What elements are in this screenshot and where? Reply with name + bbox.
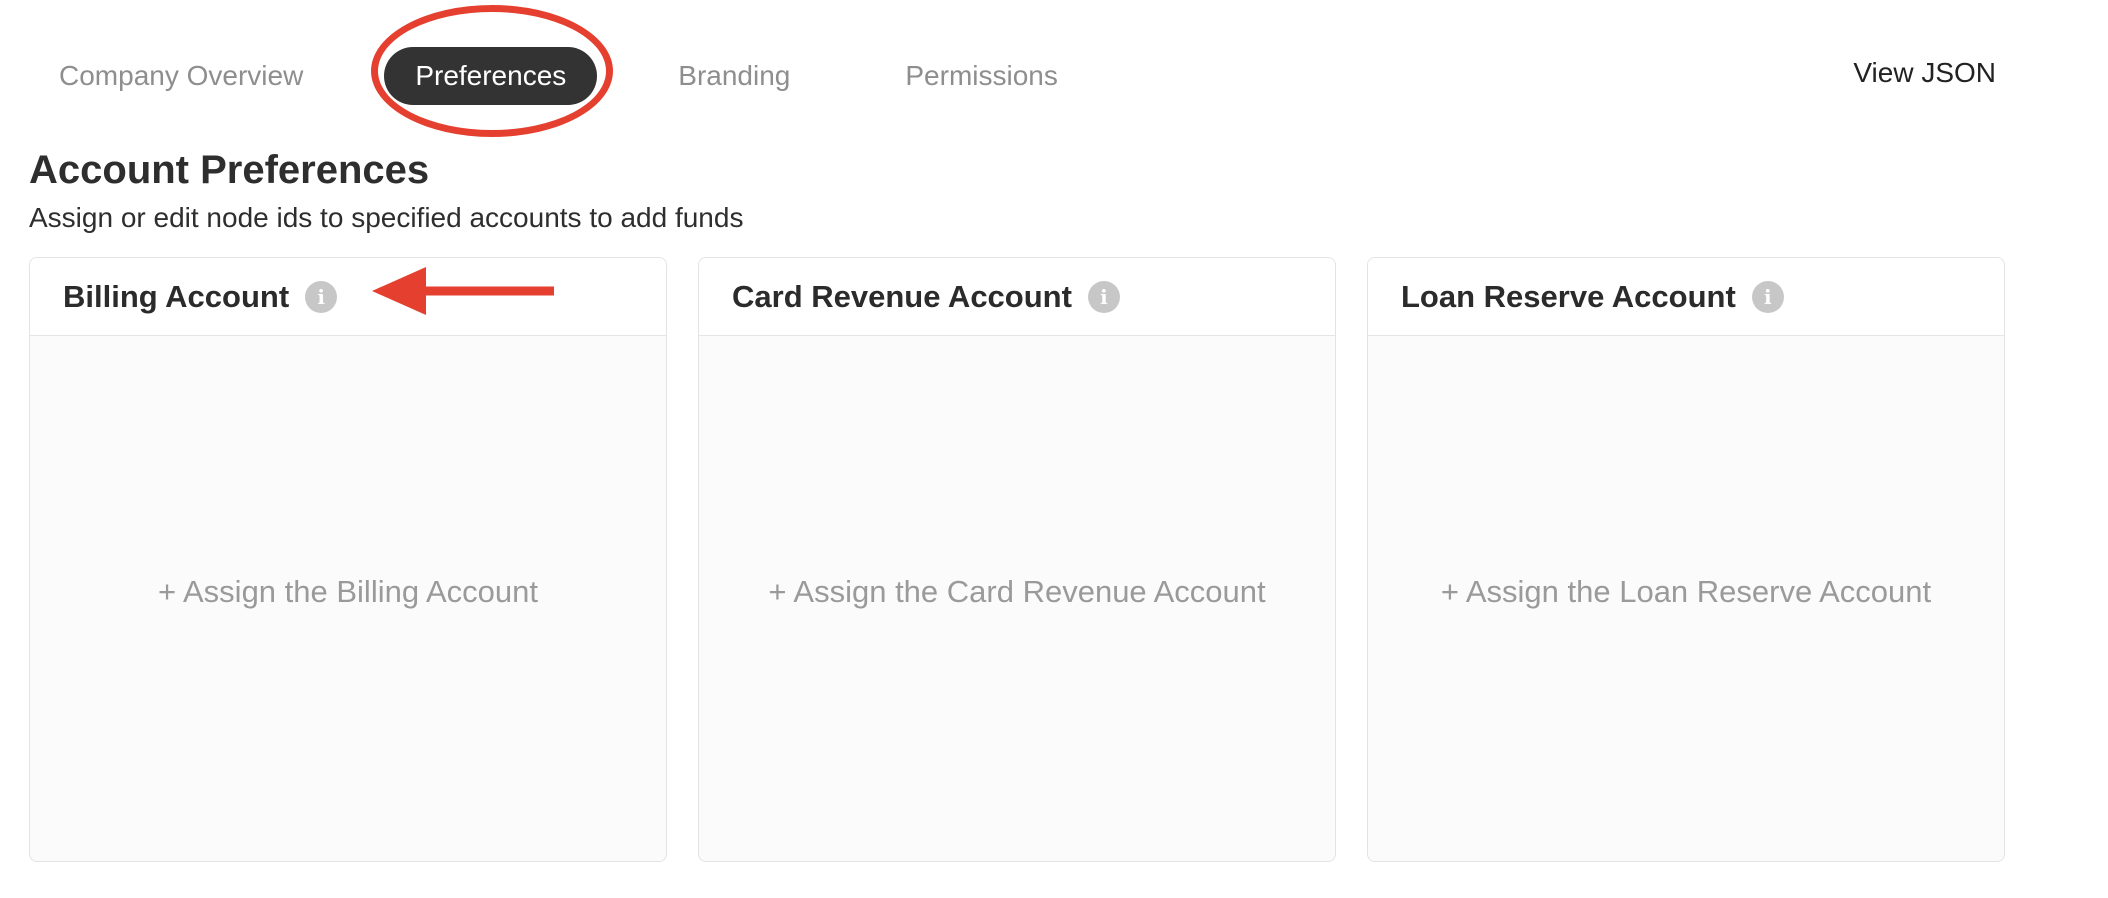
assign-card-revenue-account-button[interactable]: + Assign the Card Revenue Account xyxy=(768,574,1265,610)
card-title: Card Revenue Account xyxy=(732,278,1072,314)
card-title: Billing Account xyxy=(63,278,290,314)
billing-account-card: Billing Account i + Assign the Billing A… xyxy=(29,257,667,862)
view-json-link[interactable]: View JSON xyxy=(1853,52,1996,94)
card-header: Billing Account i xyxy=(30,258,666,336)
account-cards: Billing Account i + Assign the Billing A… xyxy=(29,257,2005,862)
assign-loan-reserve-account-button[interactable]: + Assign the Loan Reserve Account xyxy=(1441,574,1931,610)
tab-branding[interactable]: Branding xyxy=(647,47,821,105)
loan-reserve-account-card: Loan Reserve Account i + Assign the Loan… xyxy=(1367,257,2005,862)
info-icon[interactable]: i xyxy=(305,280,338,313)
card-body: + Assign the Loan Reserve Account xyxy=(1368,336,2004,861)
card-title: Loan Reserve Account xyxy=(1401,278,1736,314)
card-header: Loan Reserve Account i xyxy=(1368,258,2004,336)
card-body: + Assign the Billing Account xyxy=(30,336,666,861)
tab-company-overview[interactable]: Company Overview xyxy=(38,47,334,105)
card-body: + Assign the Card Revenue Account xyxy=(699,336,1335,861)
assign-billing-account-button[interactable]: + Assign the Billing Account xyxy=(158,574,538,610)
info-icon[interactable]: i xyxy=(1751,280,1784,313)
info-icon[interactable]: i xyxy=(1087,280,1120,313)
page-subtitle: Assign or edit node ids to specified acc… xyxy=(29,202,744,233)
card-header: Card Revenue Account i xyxy=(699,258,1335,336)
tab-bar: Company Overview Preferences Branding Pe… xyxy=(38,47,1089,105)
card-revenue-account-card: Card Revenue Account i + Assign the Card… xyxy=(698,257,1336,862)
page: Company Overview Preferences Branding Pe… xyxy=(0,0,2108,898)
tab-permissions[interactable]: Permissions xyxy=(874,47,1088,105)
tab-preferences[interactable]: Preferences xyxy=(384,47,598,105)
page-title: Account Preferences xyxy=(29,148,430,192)
